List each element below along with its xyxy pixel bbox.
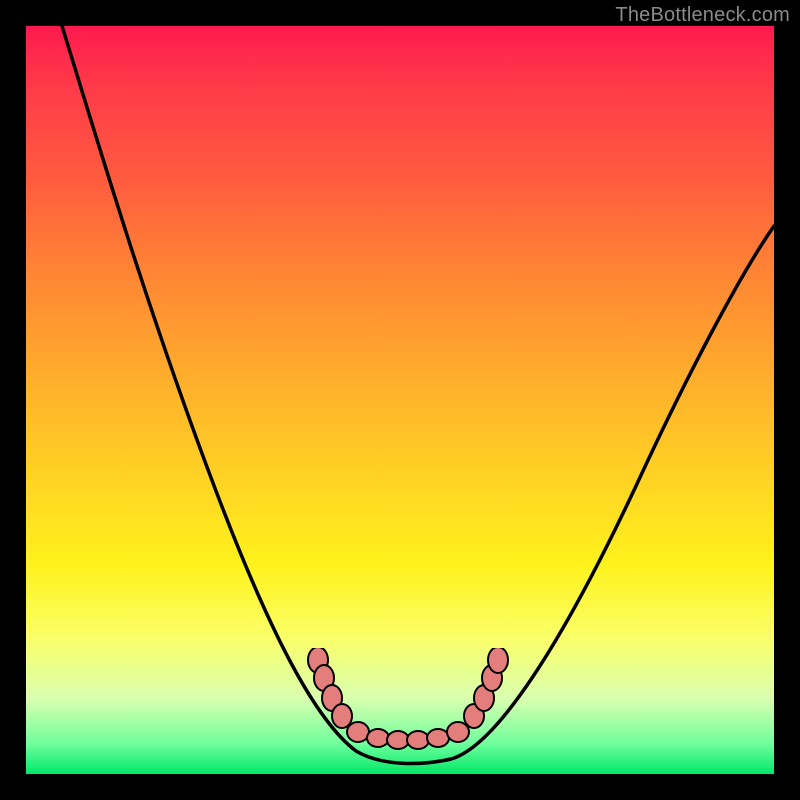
chart-frame: TheBottleneck.com [0,0,800,800]
credit-label: TheBottleneck.com [615,4,790,27]
curve-layer [26,26,774,774]
bottleneck-curve [62,26,774,764]
plot-area [26,26,774,774]
